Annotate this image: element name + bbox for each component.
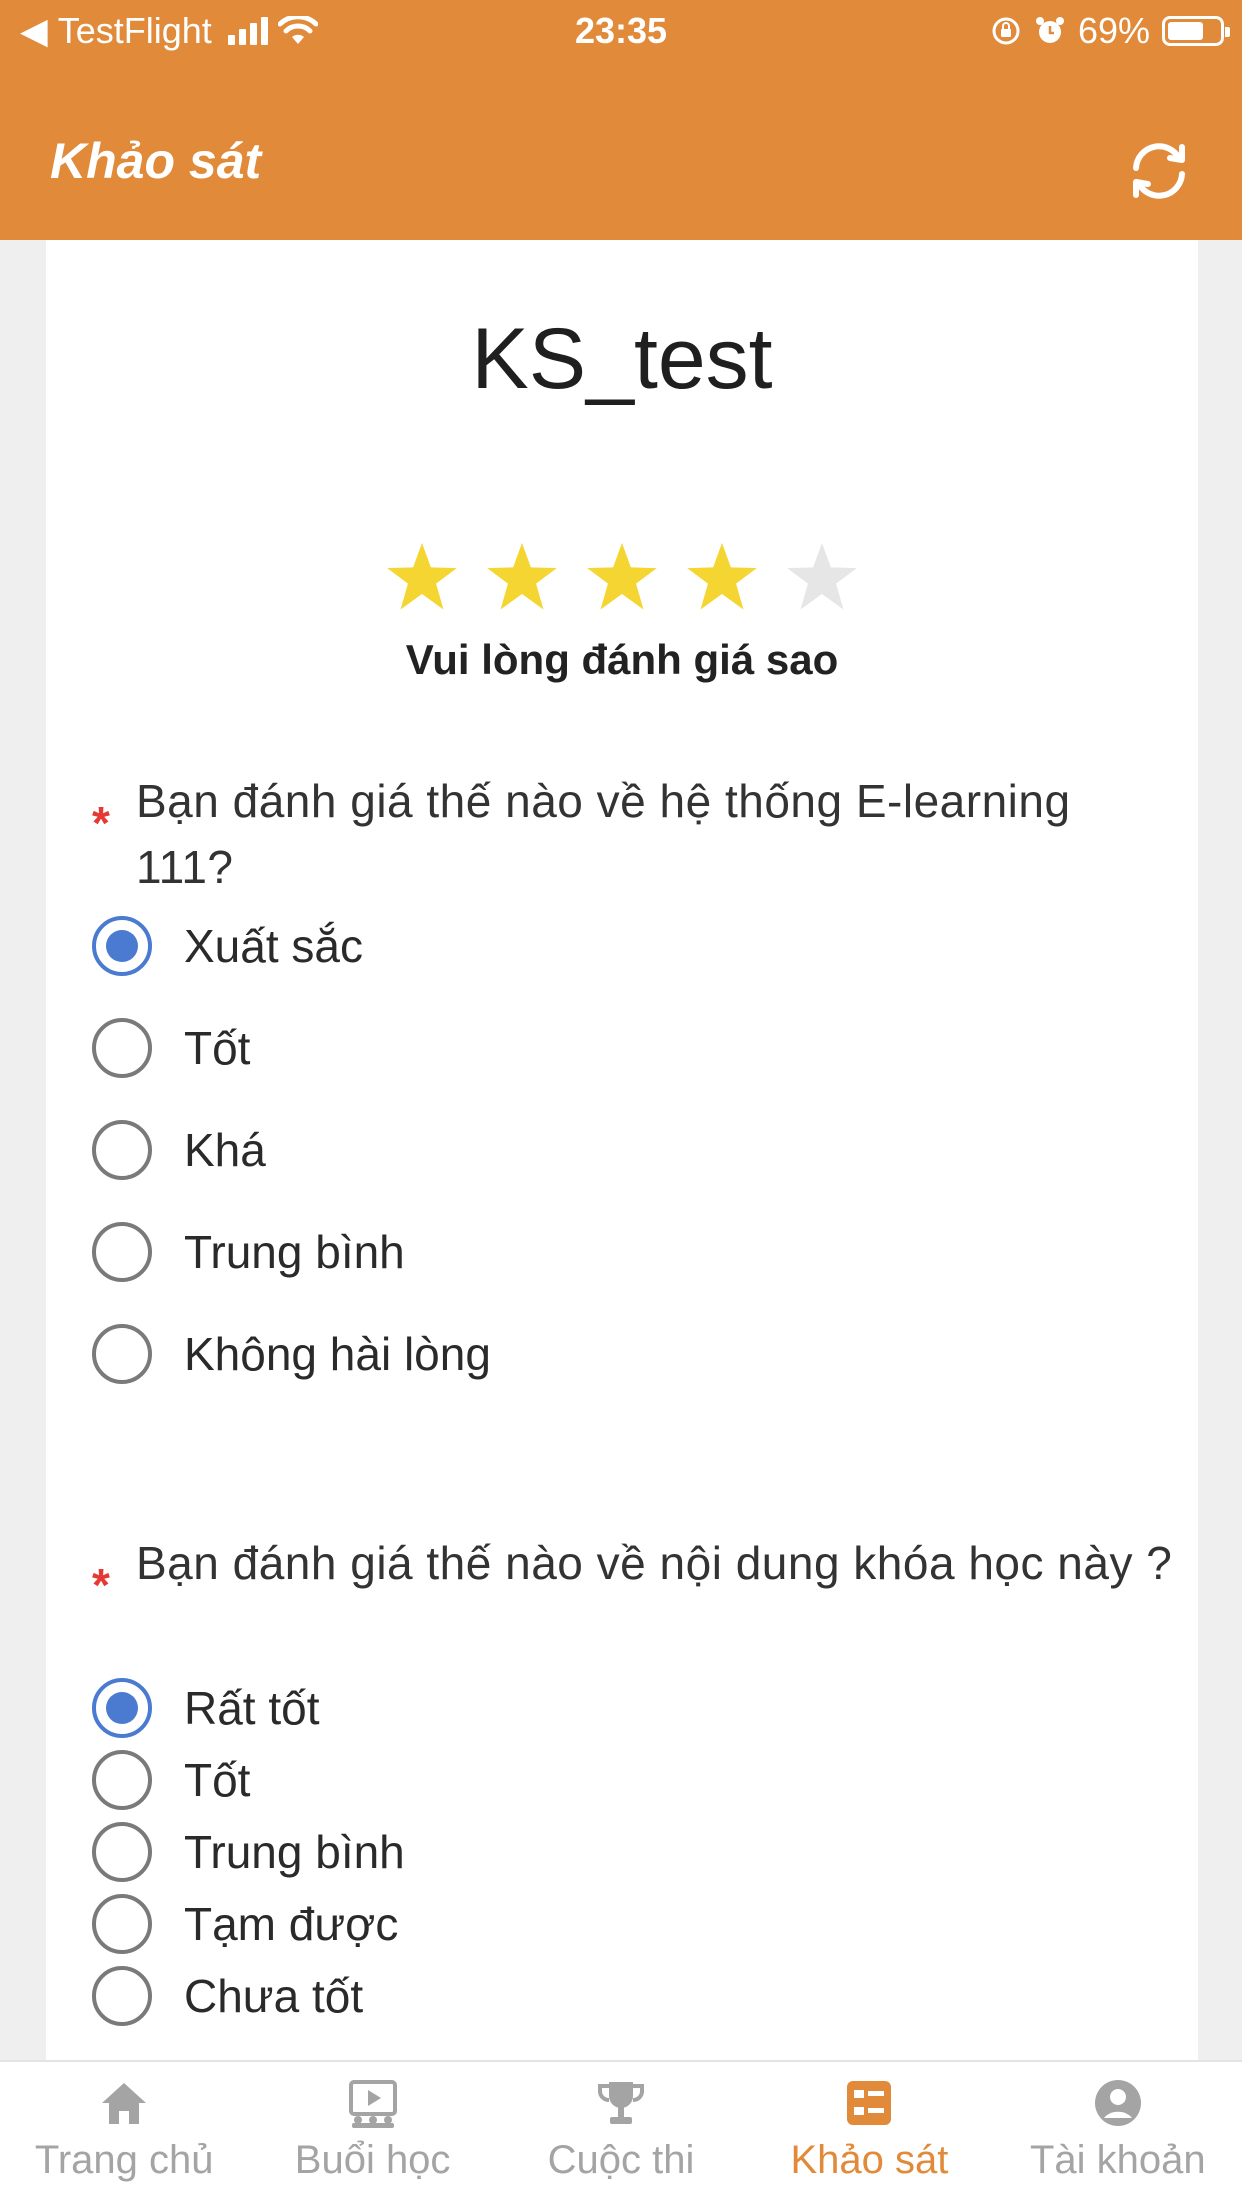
radio-button[interactable] [92,1018,152,1078]
radio-button[interactable] [92,1894,152,1954]
radio-button[interactable] [92,1678,152,1738]
status-right: 69% [990,10,1230,52]
option[interactable]: Tốt [92,1018,250,1078]
status-bar: ◀ TestFlight 23:35 69% [0,0,1242,64]
radio-button[interactable] [92,1120,152,1180]
question-1: * Bạn đánh giá thế nào về hệ thống E-lea… [92,768,1172,1384]
app-header: ◀ TestFlight 23:35 69% Khảo sát [0,0,1242,240]
radio-button[interactable] [92,1324,152,1384]
option[interactable]: Tạm được [92,1894,398,1954]
option[interactable]: Trung bình [92,1822,405,1882]
battery-percent: 69% [1077,10,1150,51]
star-rating[interactable] [46,540,1198,614]
option-label[interactable]: Chưa tốt [184,1969,363,2023]
tab-lessons[interactable]: Buổi học [248,2062,496,2208]
battery-icon [1162,16,1230,46]
tab-label: Khảo sát [790,2138,949,2182]
option-label[interactable]: Tốt [184,1021,250,1075]
star-icon[interactable] [785,540,859,614]
home-icon [102,2083,147,2124]
bottom-tab-bar: Trang chủ Buổi học Cuộc thi Khảo sát Tài… [0,2060,1242,2208]
tab-label: Trang chủ [34,2138,214,2182]
question-2: * Bạn đánh giá thế nào về nội dung khóa … [92,1530,1172,2030]
rating-hint: Vui lòng đánh giá sao [405,636,839,683]
radio-button[interactable] [92,1750,152,1810]
option-label[interactable]: Khá [184,1123,266,1177]
question-text: Bạn đánh giá thế nào về nội dung khóa họ… [136,1537,1173,1589]
star-icon[interactable] [685,540,759,614]
tab-account[interactable]: Tài khoản [994,2062,1242,2208]
orientation-lock-icon [992,17,1020,45]
option-label[interactable]: Xuất sắc [184,919,363,973]
option-label[interactable]: Trung bình [184,1825,405,1879]
star-icon[interactable] [485,540,559,614]
question-text: Bạn đánh giá thế nào về hệ thống E-learn… [136,775,1071,893]
option-label[interactable]: Trung bình [184,1225,405,1279]
option[interactable]: Tốt [92,1750,250,1810]
page-title: Khảo sát [50,133,262,189]
survey-card: KS_test Vui lòng đánh giá sao * Bạn đánh… [46,240,1198,2060]
option-label[interactable]: Tạm được [184,1897,398,1951]
required-asterisk: * [92,1559,110,1611]
radio-button[interactable] [92,916,152,976]
option[interactable]: Khá [92,1120,266,1180]
tab-contests[interactable]: Cuộc thi [497,2062,745,2208]
tab-label: Tài khoản [1029,2138,1206,2182]
option[interactable]: Rất tốt [92,1678,320,1738]
option-label[interactable]: Không hài lòng [184,1327,491,1381]
radio-button[interactable] [92,1222,152,1282]
option[interactable]: Trung bình [92,1222,405,1282]
option-label[interactable]: Tốt [184,1753,250,1807]
option[interactable]: Không hài lòng [92,1324,491,1384]
trophy-icon [598,2082,645,2124]
tab-label: Buổi học [294,2138,451,2182]
required-asterisk: * [92,797,110,849]
radio-button[interactable] [92,1822,152,1882]
tab-label: Cuộc thi [547,2138,695,2182]
refresh-icon[interactable] [1124,136,1194,206]
alarm-icon [1035,17,1064,43]
star-icon[interactable] [585,540,659,614]
radio-button[interactable] [92,1966,152,2026]
video-lesson-icon [348,2080,397,2128]
tab-home[interactable]: Trang chủ [0,2062,248,2208]
star-icon[interactable] [385,540,459,614]
survey-title: KS_test [471,311,773,407]
option[interactable]: Chưa tốt [92,1966,363,2026]
tab-survey[interactable]: Khảo sát [745,2062,993,2208]
account-icon [1094,2080,1141,2126]
survey-list-icon [847,2081,892,2125]
option-label[interactable]: Rất tốt [184,1681,320,1735]
option[interactable]: Xuất sắc [92,916,363,976]
